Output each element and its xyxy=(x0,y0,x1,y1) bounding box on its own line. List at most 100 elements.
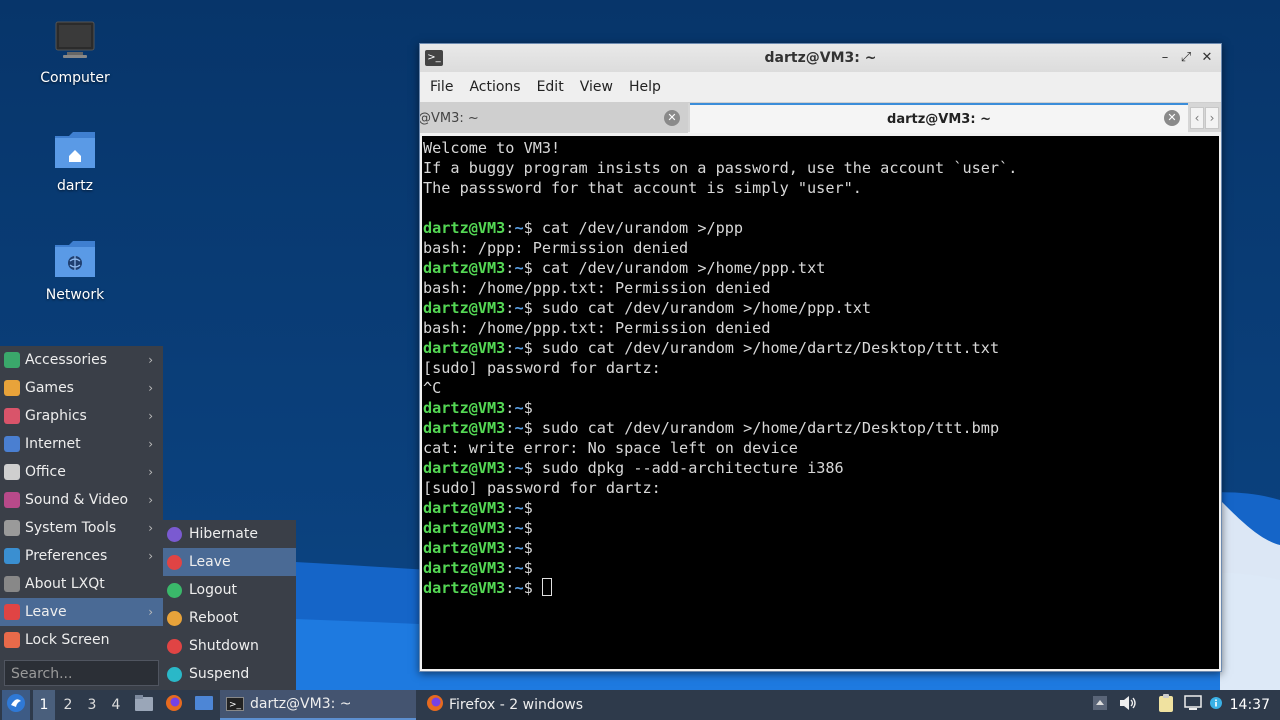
window-title: dartz@VM3: ~ xyxy=(764,50,877,66)
leave-item-leave[interactable]: Leave xyxy=(163,548,296,576)
leave-icon xyxy=(4,604,20,620)
tab-close-icon[interactable]: ✕ xyxy=(664,110,680,126)
menu-item-label: Accessories xyxy=(25,352,108,368)
text-cursor xyxy=(541,578,552,596)
application-menu: Accessories › Games › Graphics › Internet › Offi… xyxy=(0,346,163,690)
network-tray-button[interactable] xyxy=(1182,690,1204,720)
menu-actions[interactable]: Actions xyxy=(461,79,528,95)
menu-item-preferences[interactable]: Preferences › xyxy=(0,542,163,570)
menubar: File Actions Edit View Help xyxy=(420,72,1221,102)
reboot-icon xyxy=(167,610,182,626)
menu-item-leave[interactable]: Leave › xyxy=(0,598,163,626)
menu-item-graphics[interactable]: Graphics › xyxy=(0,402,163,430)
desktop-icon-computer[interactable]: Computer xyxy=(20,20,130,86)
prompt-end: $ xyxy=(523,299,542,317)
lock-icon xyxy=(4,632,20,648)
menu-item-label: About LXQt xyxy=(25,576,105,592)
task-terminal[interactable]: >_ dartz@VM3: ~ xyxy=(220,690,416,720)
main-menu-button[interactable] xyxy=(2,690,30,720)
menu-item-about-lxqt[interactable]: About LXQt xyxy=(0,570,163,598)
menu-item-accessories[interactable]: Accessories › xyxy=(0,346,163,374)
tab-scroll-left-icon[interactable]: ‹ xyxy=(1190,107,1204,129)
menu-item-label: Leave xyxy=(25,604,67,620)
terminal-line: dartz@VM3:~$ xyxy=(423,398,1219,418)
chevron-right-icon: › xyxy=(148,549,153,563)
leave-item-label: Suspend xyxy=(189,666,250,682)
minimize-button[interactable]: – xyxy=(1157,50,1173,66)
info-icon xyxy=(1210,697,1222,713)
prompt-end: $ xyxy=(523,539,542,557)
menu-search-input[interactable]: Search... xyxy=(4,660,159,686)
menu-view[interactable]: View xyxy=(572,79,621,95)
suspend-icon xyxy=(167,666,182,682)
firefox-icon xyxy=(426,694,444,716)
volume-icon xyxy=(1119,695,1137,715)
clipboard-icon xyxy=(1158,694,1174,716)
menu-item-internet[interactable]: Internet › xyxy=(0,430,163,458)
prompt-end: $ xyxy=(523,559,542,577)
computer-icon xyxy=(53,20,97,64)
tab-2[interactable]: dartz@VM3: ~ ✕ xyxy=(690,103,1188,133)
prompt-end: $ xyxy=(523,419,542,437)
prompt-end: $ xyxy=(523,399,542,417)
workspace-2[interactable]: 2 xyxy=(57,690,79,720)
menu-item-games[interactable]: Games › xyxy=(0,374,163,402)
prompt-user: dartz@VM3 xyxy=(423,539,506,557)
preferences-icon xyxy=(4,548,20,564)
prompt-path: ~ xyxy=(514,219,524,237)
prompt-user: dartz@VM3 xyxy=(423,259,506,277)
update-notifier-button[interactable] xyxy=(1208,690,1224,720)
prompt-path: ~ xyxy=(514,399,524,417)
menu-item-sound-video[interactable]: Sound & Video › xyxy=(0,486,163,514)
prompt-end: $ xyxy=(523,499,542,517)
leave-item-logout[interactable]: Logout xyxy=(163,576,296,604)
prompt-user: dartz@VM3 xyxy=(423,219,506,237)
menu-item-office[interactable]: Office › xyxy=(0,458,163,486)
task-firefox[interactable]: Firefox - 2 windows xyxy=(420,690,620,720)
show-desktop-button[interactable] xyxy=(193,690,215,720)
volume-button[interactable] xyxy=(1117,690,1139,720)
maximize-button[interactable]: ⤢ xyxy=(1178,50,1194,66)
command-text: sudo dpkg --add-architecture i386 xyxy=(541,459,844,477)
terminal-line: dartz@VM3:~$ sudo cat /dev/urandom >/hom… xyxy=(423,298,1219,318)
prompt-end: $ xyxy=(523,459,542,477)
desktop-icon-network[interactable]: Network xyxy=(20,237,130,303)
tab-1[interactable]: @VM3: ~ ✕ xyxy=(420,103,688,133)
tab-scroll-right-icon[interactable]: › xyxy=(1205,107,1219,129)
leave-item-hibernate[interactable]: Hibernate xyxy=(163,520,296,548)
terminal-line: [sudo] password for dartz: xyxy=(423,359,661,377)
clock[interactable]: 14:37 xyxy=(1230,690,1270,720)
leave-item-shutdown[interactable]: Shutdown xyxy=(163,632,296,660)
workspace-3[interactable]: 3 xyxy=(81,690,103,720)
chevron-right-icon: › xyxy=(148,521,153,535)
tab-bar: @VM3: ~ ✕ dartz@VM3: ~ ✕ ‹ › xyxy=(420,102,1221,133)
leave-item-label: Hibernate xyxy=(189,526,258,542)
menu-help[interactable]: Help xyxy=(621,79,669,95)
games-icon xyxy=(4,380,20,396)
leave-icon xyxy=(167,554,182,570)
menu-item-system-tools[interactable]: System Tools › xyxy=(0,514,163,542)
menu-file[interactable]: File xyxy=(422,79,461,95)
workspace-4[interactable]: 4 xyxy=(105,690,127,720)
task-label: dartz@VM3: ~ xyxy=(250,696,352,712)
menu-edit[interactable]: Edit xyxy=(529,79,572,95)
menu-item-lock-screen[interactable]: Lock Screen xyxy=(0,626,163,654)
close-button[interactable]: ✕ xyxy=(1199,50,1215,66)
tab-close-icon[interactable]: ✕ xyxy=(1164,110,1180,126)
clipboard-button[interactable] xyxy=(1155,690,1177,720)
menu-item-label: System Tools xyxy=(25,520,117,536)
workspace-1[interactable]: 1 xyxy=(33,690,55,720)
system-tools-icon xyxy=(4,520,20,536)
leave-item-reboot[interactable]: Reboot xyxy=(163,604,296,632)
terminal-window[interactable]: >_ dartz@VM3: ~ – ⤢ ✕ File Actions Edit … xyxy=(419,43,1222,672)
terminal-line: dartz@VM3:~$ xyxy=(423,498,1219,518)
leave-item-suspend[interactable]: Suspend xyxy=(163,660,296,688)
desktop-icon-label: dartz xyxy=(56,178,94,194)
desktop-icon-dartz[interactable]: dartz xyxy=(20,128,130,194)
window-titlebar[interactable]: >_ dartz@VM3: ~ – ⤢ ✕ xyxy=(420,44,1221,72)
firefox-launcher[interactable] xyxy=(163,690,185,720)
terminal-line: dartz@VM3:~$ xyxy=(423,538,1219,558)
file-manager-launcher[interactable] xyxy=(133,690,155,720)
terminal-output[interactable]: Welcome to VM3! If a buggy program insist… xyxy=(422,136,1219,669)
tray-expand-button[interactable] xyxy=(1090,690,1110,720)
